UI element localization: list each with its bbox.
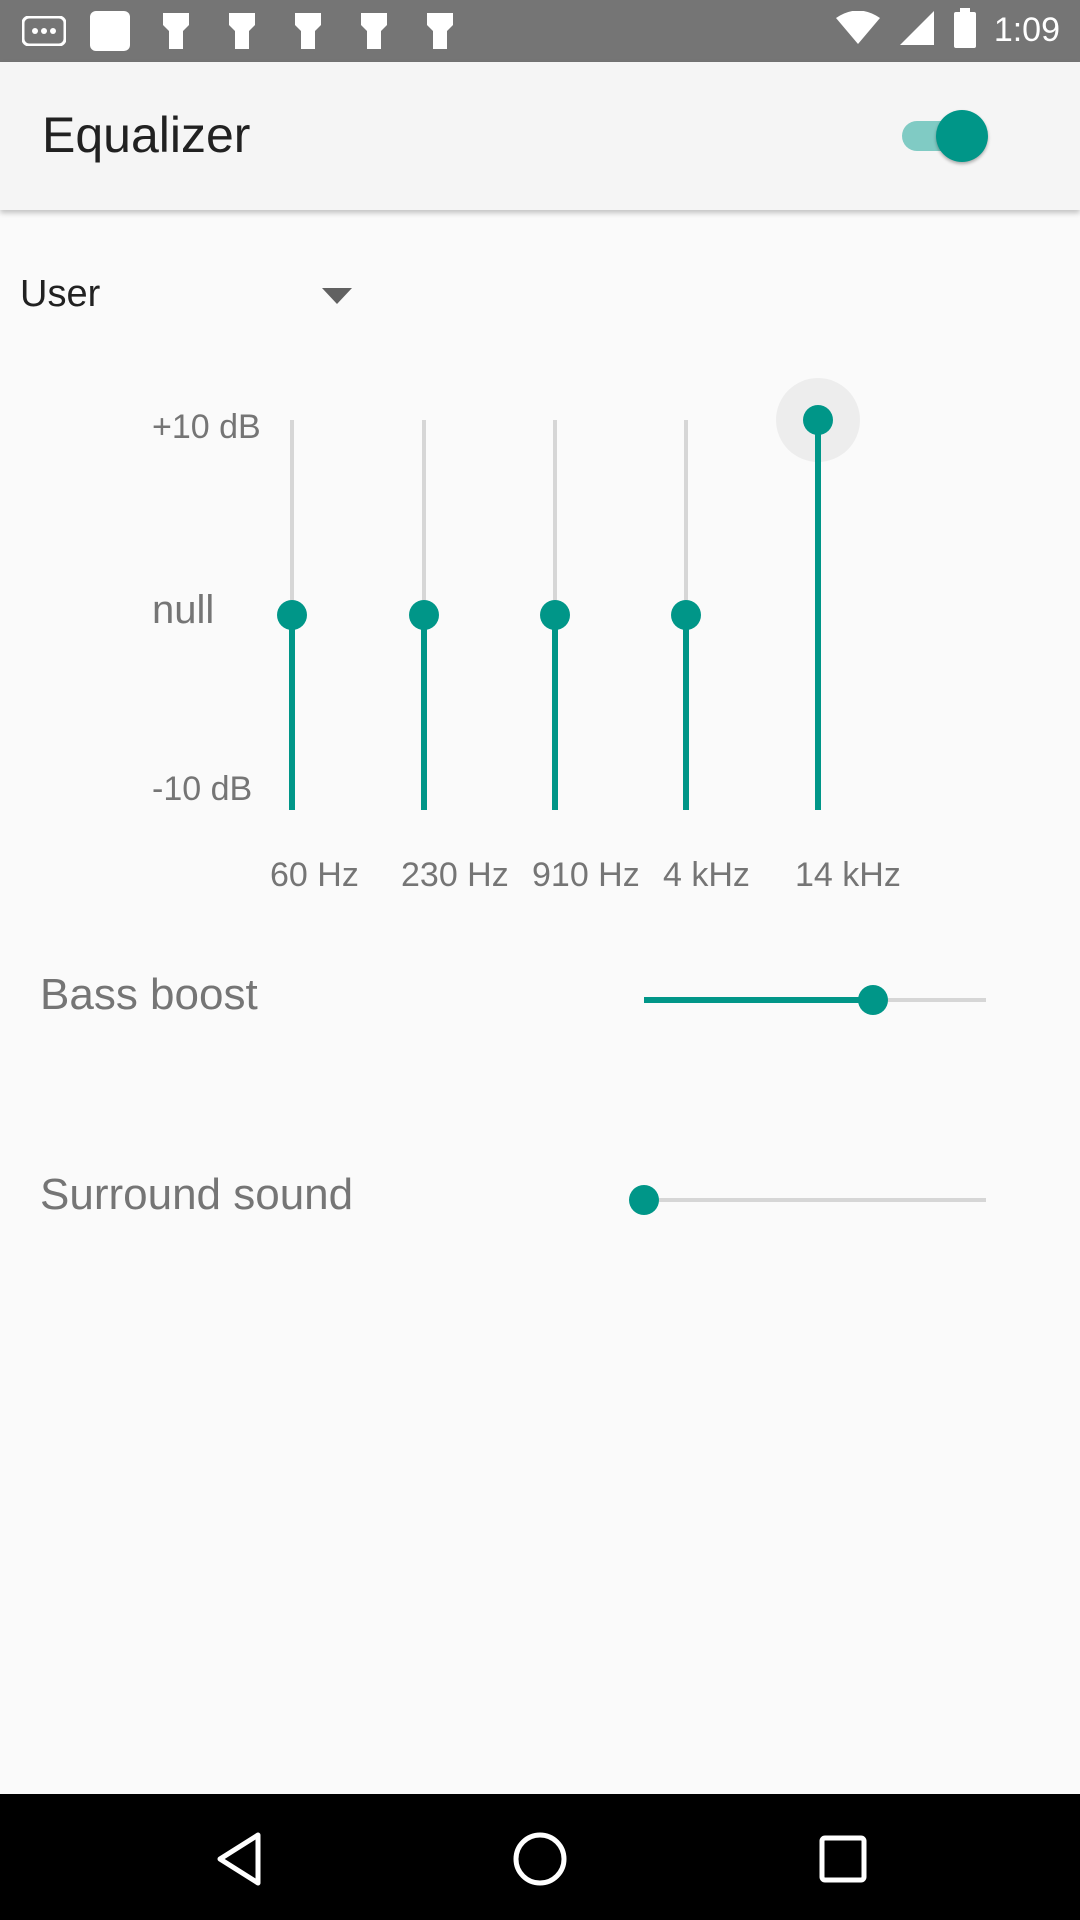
band-slider-4khz[interactable] xyxy=(656,420,716,810)
surround-sound-row: Surround sound xyxy=(0,1160,1080,1240)
band-thumb[interactable] xyxy=(540,600,570,630)
back-icon[interactable] xyxy=(204,1824,274,1894)
band-thumb[interactable] xyxy=(671,600,701,630)
wifi-icon xyxy=(835,10,880,50)
recents-icon[interactable] xyxy=(808,1824,878,1894)
db-max-label: +10 dB xyxy=(152,408,261,446)
surround-sound-slider[interactable] xyxy=(629,1180,986,1220)
band-slider-60hz[interactable] xyxy=(262,420,322,810)
band-track xyxy=(422,420,426,615)
band-thumb[interactable] xyxy=(409,600,439,630)
band-label-910hz: 910 Hz xyxy=(532,856,640,894)
surround-sound-label: Surround sound xyxy=(40,1170,354,1219)
band-active-track xyxy=(683,615,689,810)
band-active-track xyxy=(815,420,821,810)
db-min-label: -10 dB xyxy=(152,770,253,808)
preset-selected-value: User xyxy=(20,273,101,315)
system-icons: 1:09 xyxy=(835,8,1060,53)
slider-fill xyxy=(644,997,874,1003)
app-bar: Equalizer xyxy=(0,62,1080,210)
band-active-track xyxy=(421,615,427,810)
navigation-bar xyxy=(0,1794,1080,1920)
notification-icon xyxy=(154,10,198,52)
clock: 1:09 xyxy=(993,11,1060,49)
more-icon xyxy=(22,10,66,52)
slider-thumb[interactable] xyxy=(858,985,889,1015)
band-thumb[interactable] xyxy=(803,405,833,435)
status-bar: 1:09 xyxy=(0,0,1080,62)
equalizer-panel: +10 dB null -10 dB 60 Hz 230 Hz 910 Hz 4… xyxy=(0,360,1080,920)
db-mid-label: null xyxy=(152,588,215,632)
band-active-track xyxy=(289,615,295,810)
slider-thumb[interactable] xyxy=(629,1185,659,1215)
band-slider-14khz[interactable] xyxy=(776,378,860,810)
band-label-4khz: 4 kHz xyxy=(663,856,750,894)
band-active-track xyxy=(552,615,558,810)
bass-boost-label: Bass boost xyxy=(40,970,258,1019)
preset-dropdown[interactable]: User xyxy=(20,268,360,324)
notification-icons xyxy=(22,10,462,52)
dropdown-arrow-icon xyxy=(322,288,352,309)
notification-icon xyxy=(418,10,462,52)
band-slider-230hz[interactable] xyxy=(394,420,454,810)
band-thumb[interactable] xyxy=(277,600,307,630)
page-title: Equalizer xyxy=(42,107,251,163)
bass-boost-row: Bass boost xyxy=(0,960,1080,1040)
bass-boost-slider[interactable] xyxy=(644,980,986,1020)
battery-icon xyxy=(953,8,976,53)
slider-track xyxy=(644,1198,986,1202)
notification-icon xyxy=(352,10,396,52)
square-notification-icon xyxy=(88,10,132,52)
home-icon[interactable] xyxy=(505,1824,575,1894)
notification-icon xyxy=(286,10,330,52)
equalizer-enable-switch[interactable] xyxy=(898,106,988,166)
band-label-14khz: 14 kHz xyxy=(795,856,901,894)
band-track xyxy=(553,420,557,615)
switch-thumb xyxy=(936,110,988,162)
band-track xyxy=(290,420,294,615)
band-label-60hz: 60 Hz xyxy=(270,856,359,894)
band-slider-910hz[interactable] xyxy=(525,420,585,810)
signal-icon xyxy=(898,9,936,52)
band-label-230hz: 230 Hz xyxy=(401,856,509,894)
band-track xyxy=(684,420,688,615)
notification-icon xyxy=(220,10,264,52)
